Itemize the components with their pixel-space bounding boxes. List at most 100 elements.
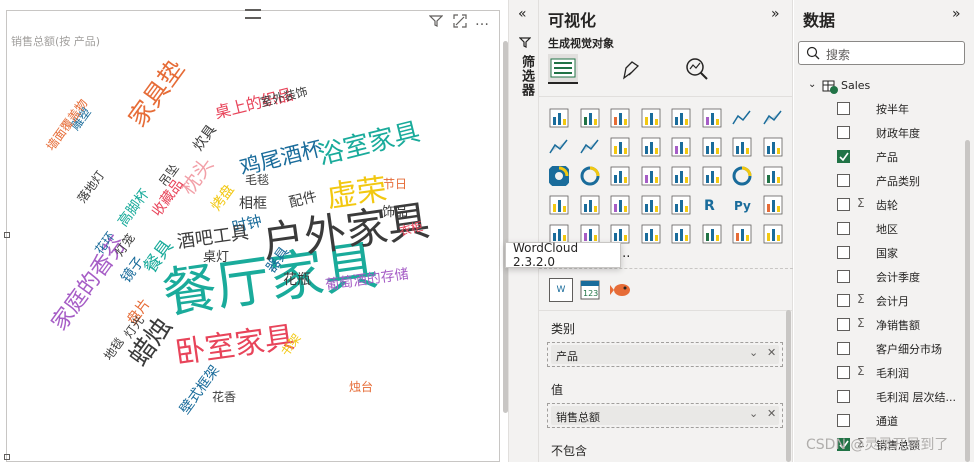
visual-type-area-icon[interactable] <box>579 137 600 157</box>
visual-type-card-icon[interactable] <box>702 224 722 244</box>
field-checkbox[interactable] <box>837 270 850 283</box>
field-item[interactable]: 产品 <box>794 145 964 169</box>
field-checkbox[interactable] <box>837 198 850 211</box>
visual-type-pie-icon[interactable] <box>549 166 569 186</box>
visual-type-bar-icon[interactable] <box>610 108 630 128</box>
visual-type-bar-icon[interactable] <box>549 108 569 128</box>
resize-handle[interactable] <box>4 232 10 238</box>
field-checkbox[interactable] <box>837 222 850 235</box>
field-item[interactable]: 国家 <box>794 241 964 265</box>
remove-icon[interactable]: ✕ <box>767 346 776 359</box>
wordcloud-word[interactable]: 花瓶 <box>283 273 311 287</box>
visual-type-gauge-icon[interactable] <box>732 166 752 186</box>
wordcloud-word[interactable]: 落地灯 <box>75 168 107 205</box>
wordcloud-word[interactable]: 浴室家具 <box>315 117 423 171</box>
viz-scrollbar[interactable] <box>786 310 791 462</box>
wordcloud-word[interactable]: 烛台 <box>349 381 373 393</box>
field-checkbox[interactable] <box>837 294 850 307</box>
visual-type-line-icon[interactable] <box>732 108 752 128</box>
wordcloud-word[interactable]: 烤盘 <box>208 182 237 214</box>
visual-type-bar-icon[interactable] <box>671 137 691 157</box>
field-item[interactable]: 通道 <box>794 409 964 433</box>
wordcloud-word[interactable]: 配件 <box>287 189 318 211</box>
field-item[interactable]: 客户细分市场 <box>794 337 964 361</box>
chevron-down-icon[interactable]: ⌄ <box>808 79 816 90</box>
wordcloud-word[interactable]: 饰品 <box>382 206 408 219</box>
analytics-tab[interactable] <box>682 54 712 84</box>
wordcloud-word[interactable]: 炊具 <box>190 122 219 154</box>
wordcloud-word[interactable]: 高脚杯 <box>115 186 153 229</box>
wordcloud-word[interactable]: 家具垫 <box>123 55 191 133</box>
visual-type-map-icon[interactable] <box>641 166 661 186</box>
wordcloud-visual[interactable]: … 销售总额(按 产品) 餐厅家具 户外家具 卧室家具 虚荣 浴室家具 鸡尾酒杯 家具垫 家庭… <box>4 9 508 462</box>
visual-type-area-icon[interactable] <box>549 137 569 157</box>
visual-type-trophy-icon[interactable] <box>641 224 661 244</box>
format-visual-tab[interactable] <box>616 54 646 84</box>
field-item[interactable]: 财政年度 <box>794 121 964 145</box>
visual-type-funnel-icon[interactable] <box>732 137 752 157</box>
visual-type-scatter-icon[interactable] <box>763 137 783 157</box>
wordcloud-word[interactable]: 地毯 <box>101 335 126 363</box>
field-item[interactable]: Σ 会计月 <box>794 289 964 313</box>
field-item[interactable]: 按半年 <box>794 97 964 121</box>
wordcloud-word[interactable]: 虚荣 <box>325 172 389 215</box>
field-checkbox[interactable] <box>837 318 850 331</box>
visual-type-bar-icon[interactable] <box>671 108 691 128</box>
visual-type-table-icon[interactable] <box>610 195 630 215</box>
resize-handle[interactable] <box>4 454 10 460</box>
wordcloud-word[interactable]: 酒吧工具 <box>176 222 250 253</box>
field-item[interactable]: 毛利润 层次结... <box>794 385 964 409</box>
field-checkbox[interactable] <box>837 414 850 427</box>
wordcloud-visual-icon[interactable]: W <box>549 278 573 302</box>
expand-icon[interactable]: » <box>952 6 961 22</box>
field-checkbox[interactable] <box>837 366 850 379</box>
field-item[interactable]: 地区 <box>794 217 964 241</box>
wordcloud-word[interactable]: 花香 <box>212 391 236 403</box>
visual-type-treemap-icon[interactable] <box>610 166 630 186</box>
chevron-down-icon[interactable]: ⌄ <box>749 407 758 420</box>
custom-table-visual-icon[interactable]: 123 <box>580 280 600 303</box>
visual-type-bar-icon[interactable] <box>671 224 691 244</box>
visual-type-matrix-icon[interactable] <box>641 195 661 215</box>
well-drop-zone[interactable]: 产品 ⌄ ✕ <box>547 342 783 367</box>
visual-type-map-icon[interactable] <box>671 166 691 186</box>
visual-type-nav-icon[interactable] <box>702 166 722 186</box>
search-input[interactable]: 搜索 <box>798 41 965 65</box>
chevron-down-icon[interactable]: ⌄ <box>749 346 758 359</box>
build-visual-tab[interactable] <box>548 54 578 84</box>
wordcloud-word[interactable]: 桌灯 <box>203 251 229 264</box>
field-pill[interactable]: 产品 ⌄ ✕ <box>551 345 779 364</box>
field-item[interactable]: Σ 毛利润 <box>794 361 964 385</box>
collapse-icon[interactable]: « <box>518 6 527 22</box>
field-checkbox[interactable] <box>837 174 850 187</box>
remove-icon[interactable]: ✕ <box>767 407 776 420</box>
field-checkbox[interactable] <box>837 126 850 139</box>
visual-type-bar-icon[interactable] <box>641 108 661 128</box>
visual-type-card-icon[interactable] <box>763 224 783 244</box>
data-scrollbar[interactable] <box>965 140 970 462</box>
field-item[interactable]: 产品类别 <box>794 169 964 193</box>
wordcloud-word[interactable]: 相框 <box>239 197 267 211</box>
field-item[interactable]: Σ 齿轮 <box>794 193 964 217</box>
table-sales[interactable]: ⌄ Sales <box>794 75 964 99</box>
wordcloud-word[interactable]: 枕头 <box>176 153 219 199</box>
visual-type-area-icon[interactable] <box>762 108 783 128</box>
visual-type-bar-icon[interactable] <box>702 137 722 157</box>
visual-type-donut-icon[interactable] <box>580 166 600 186</box>
visual-type-bar-icon[interactable] <box>610 137 630 157</box>
field-checkbox[interactable] <box>837 102 850 115</box>
well-drop-zone[interactable]: 销售总额 ⌄ ✕ <box>547 403 783 428</box>
field-checkbox[interactable] <box>837 246 850 259</box>
wordcloud-word[interactable]: 节日 <box>383 178 407 190</box>
wordcloud-word[interactable]: 毛毯 <box>245 174 269 186</box>
visual-type-matrix-icon[interactable] <box>671 195 691 215</box>
visual-type-bar-icon[interactable] <box>702 108 722 128</box>
field-item[interactable]: 会计季度 <box>794 265 964 289</box>
expand-icon[interactable]: » <box>771 6 780 22</box>
field-checkbox[interactable] <box>837 390 850 403</box>
field-checkbox[interactable] <box>837 342 850 355</box>
visual-type-bar-icon[interactable] <box>580 108 600 128</box>
visual-type-card-icon[interactable] <box>763 166 783 186</box>
wordcloud-word[interactable]: 卧室家具 <box>173 320 297 371</box>
field-pill[interactable]: 销售总额 ⌄ ✕ <box>551 406 779 425</box>
